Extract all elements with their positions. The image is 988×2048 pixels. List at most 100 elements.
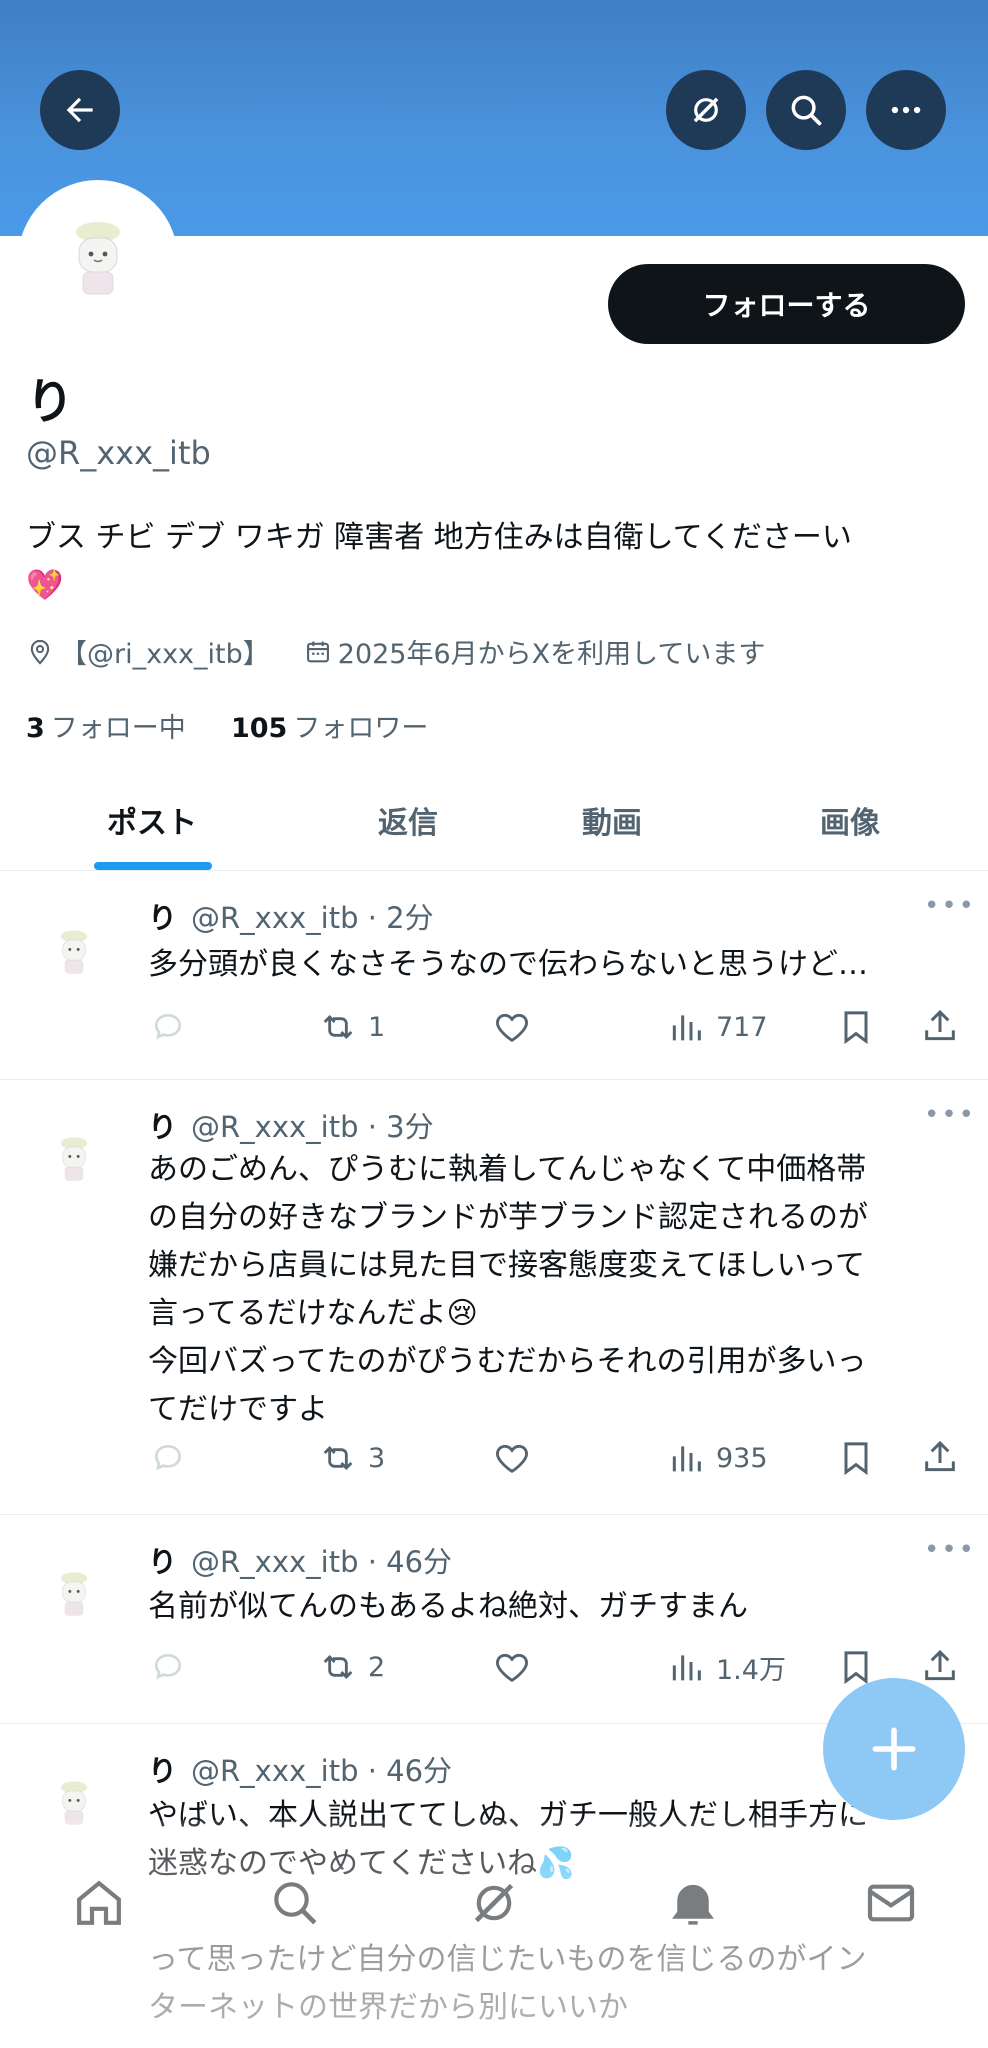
tab-replies[interactable]: 返信	[326, 770, 490, 870]
following-link[interactable]: 3 フォロー中	[26, 713, 186, 744]
post-avatar[interactable]	[24, 1545, 124, 1645]
profile-handle: @R_xxx_itb	[26, 434, 211, 472]
post-text-line: 名前が似てんのもあるよね絶対、ガチすまん	[148, 1589, 748, 1624]
search-icon	[791, 95, 822, 126]
grok-button[interactable]	[666, 70, 746, 150]
repost-button[interactable]: 2	[318, 1645, 385, 1689]
post-text-line: てだけですよ	[148, 1392, 328, 1427]
followers-link[interactable]: 105 フォロワー	[231, 713, 428, 744]
post-time[interactable]: 46分	[386, 1754, 452, 1788]
active-tab-indicator	[94, 862, 212, 870]
profile-avatar[interactable]	[18, 180, 178, 340]
repost-icon	[323, 1445, 353, 1471]
following-label: フォロー中	[50, 713, 186, 744]
post-author-name[interactable]: り	[148, 901, 177, 935]
joined-item: 2025年6月からXを利用しています	[304, 632, 765, 671]
like-button[interactable]	[492, 1645, 542, 1689]
share-icon	[925, 1649, 955, 1681]
repost-icon	[323, 1654, 353, 1680]
search-icon	[274, 1882, 317, 1925]
post-item[interactable]: り @R_xxx_itb · 2分 ••• 多分頭が良くなさそうなので伝わらないと…	[0, 871, 988, 1080]
nav-search[interactable]	[250, 1858, 340, 1948]
bottom-navigation	[0, 1858, 988, 1948]
like-button[interactable]	[492, 1005, 542, 1049]
profile-name: り	[26, 374, 75, 430]
bookmark-icon	[844, 1442, 868, 1476]
bookmark-button[interactable]	[836, 1436, 886, 1480]
post-actions: 1 717	[148, 1005, 968, 1049]
share-button[interactable]	[920, 1436, 970, 1480]
reply-icon	[154, 1013, 182, 1040]
views-button[interactable]: 1.4万	[666, 1645, 786, 1689]
mascot-avatar-image	[60, 1137, 88, 1181]
notifications-icon	[672, 1884, 714, 1925]
post-time[interactable]: 46分	[386, 1545, 452, 1579]
like-button[interactable]	[492, 1436, 542, 1480]
tab-videos[interactable]: 動画	[530, 770, 694, 870]
post-more-icon[interactable]: •••	[924, 1535, 976, 1565]
grok-icon	[693, 97, 719, 123]
tab-images[interactable]: 画像	[768, 770, 932, 870]
reply-button[interactable]	[148, 1436, 198, 1480]
back-button[interactable]	[40, 70, 120, 150]
search-button[interactable]	[766, 70, 846, 150]
post-author-handle[interactable]: @R_xxx_itb	[191, 1754, 358, 1788]
post-time[interactable]: 2分	[386, 901, 433, 935]
follow-button[interactable]: フォローする	[608, 264, 965, 344]
bio-emoji: 💖	[26, 568, 64, 603]
post-text-line: ターネットの世界だから別にいいか	[148, 1990, 628, 2025]
profile-meta: 【@ri_xxx_itb】 2025年6月からXを利用しています	[26, 632, 799, 671]
location-text[interactable]: 【@ri_xxx_itb】	[60, 632, 270, 671]
post-header: り @R_xxx_itb · 2分	[148, 895, 434, 937]
views-button[interactable]: 717	[666, 1005, 768, 1049]
bookmark-button[interactable]	[836, 1005, 886, 1049]
post-time[interactable]: 3分	[386, 1110, 433, 1144]
repost-button[interactable]: 1	[318, 1005, 385, 1049]
nav-home[interactable]	[54, 1858, 144, 1948]
heart-icon	[496, 1013, 528, 1043]
nav-messages[interactable]	[846, 1858, 936, 1948]
post-text-line: あのごめん、ぴうむに執着してんじゃなくて中価格帯	[148, 1152, 867, 1187]
repost-count: 2	[368, 1651, 386, 1683]
reply-button[interactable]	[148, 1005, 198, 1049]
calendar-icon	[306, 641, 329, 662]
views-chart-icon	[672, 1655, 701, 1681]
more-icon	[891, 106, 921, 114]
nav-grok[interactable]	[449, 1858, 539, 1948]
mascot-avatar-image	[60, 930, 88, 974]
repost-button[interactable]: 3	[318, 1436, 385, 1480]
share-icon	[925, 1009, 955, 1041]
post-item[interactable]: り @R_xxx_itb · 46分 ••• 名前が似てんのもあるよね絶対、ガチす…	[0, 1515, 988, 1724]
post-author-handle[interactable]: @R_xxx_itb	[191, 901, 358, 935]
post-author-name[interactable]: り	[148, 1754, 177, 1788]
post-avatar[interactable]	[24, 1754, 124, 1854]
post-text-line: 多分頭が良くなさそうなので伝わらないと思うけど…	[148, 947, 868, 982]
post-avatar[interactable]	[24, 1110, 124, 1210]
profile-tabs: ポスト 返信 動画 画像	[0, 770, 988, 871]
compose-button[interactable]	[823, 1678, 965, 1820]
post-author-handle[interactable]: @R_xxx_itb	[191, 1545, 358, 1579]
nav-notifications[interactable]	[648, 1858, 738, 1948]
reply-icon	[154, 1444, 182, 1471]
reply-button[interactable]	[148, 1645, 198, 1689]
post-avatar[interactable]	[24, 903, 124, 1003]
post-author-handle[interactable]: @R_xxx_itb	[191, 1110, 358, 1144]
post-text: 名前が似てんのもあるよね絶対、ガチすまん	[148, 1583, 948, 1631]
post-item[interactable]: り @R_xxx_itb · 3分 ••• あのごめん、ぴうむに執着してんじゃなく…	[0, 1080, 988, 1515]
post-more-icon[interactable]: •••	[924, 891, 976, 921]
post-author-name[interactable]: り	[148, 1110, 177, 1144]
location-item: 【@ri_xxx_itb】	[26, 632, 270, 671]
grok-icon	[474, 1883, 514, 1923]
more-button[interactable]	[866, 70, 946, 150]
location-pin-icon	[30, 639, 50, 665]
post-text-line: の自分の好きなブランドが芋ブランド認定されるのが	[148, 1200, 868, 1235]
share-button[interactable]	[920, 1005, 970, 1049]
followers-label: フォロワー	[293, 713, 429, 744]
post-author-name[interactable]: り	[148, 1545, 177, 1579]
share-button[interactable]	[920, 1645, 970, 1689]
views-button[interactable]: 935	[666, 1436, 768, 1480]
post-more-icon[interactable]: •••	[924, 1100, 976, 1130]
bookmark-icon	[844, 1011, 868, 1045]
tab-posts[interactable]: ポスト	[70, 770, 234, 870]
mascot-avatar-image	[60, 1781, 88, 1825]
